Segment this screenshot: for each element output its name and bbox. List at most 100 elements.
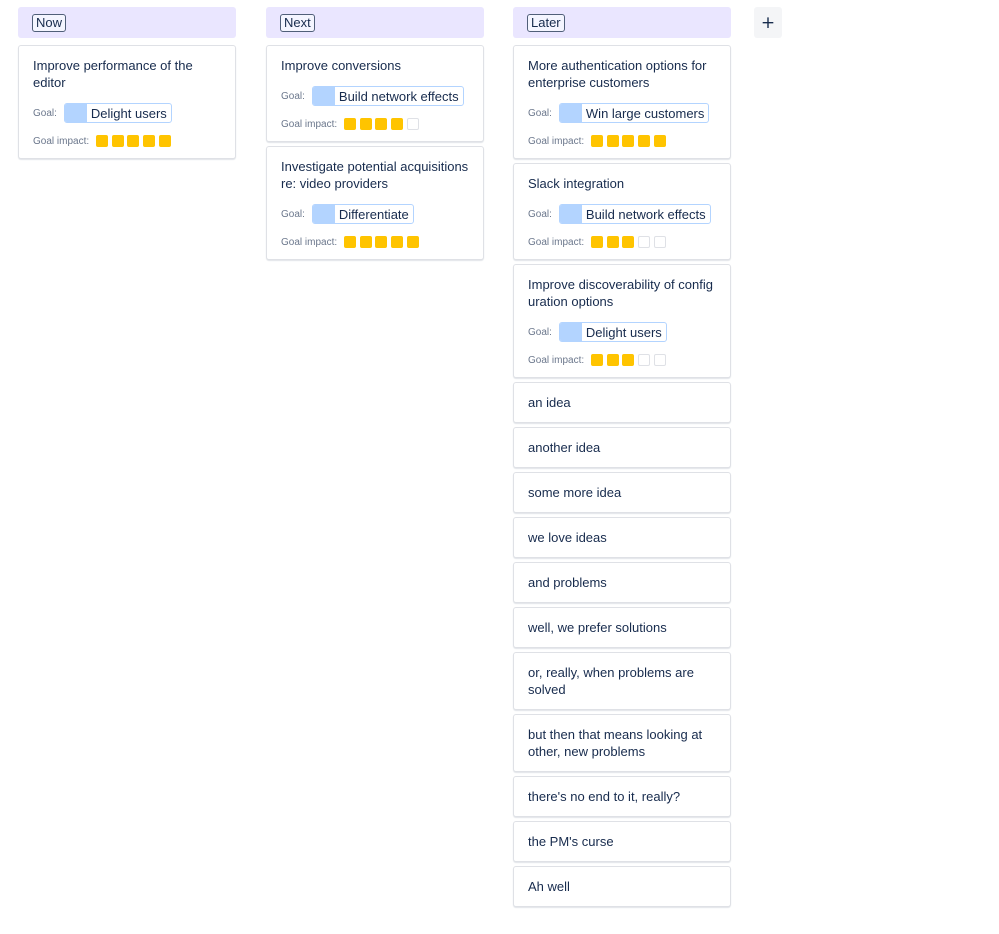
add-column-button[interactable]: +: [754, 7, 782, 38]
goal-impact-field: Goal impact:: [33, 134, 221, 148]
goal-label: Goal:: [528, 107, 552, 119]
impact-filled-square[interactable]: [359, 118, 372, 130]
impact-empty-square[interactable]: [637, 236, 650, 248]
goal-impact-field: Goal impact:: [528, 353, 716, 367]
impact-filled-square[interactable]: [622, 354, 635, 366]
goal-impact-field: Goal impact:: [281, 117, 469, 131]
impact-empty-square[interactable]: [653, 236, 666, 248]
goal-impact-rating[interactable]: [591, 236, 669, 248]
idea-card[interactable]: and problems: [513, 562, 731, 603]
card-title: some more idea: [528, 485, 622, 500]
goal-field: Goal: Delight users: [528, 322, 716, 342]
goal-field: Goal: Build network effects: [528, 204, 716, 224]
column-now: Now Improve performance of the editor Go…: [18, 7, 236, 163]
goal-label: Goal:: [281, 90, 305, 102]
idea-card[interactable]: there's no end to it, really?: [513, 776, 731, 817]
goal-chip[interactable]: Build network effects: [311, 86, 464, 106]
impact-filled-square[interactable]: [591, 236, 604, 248]
impact-filled-square[interactable]: [375, 236, 388, 248]
idea-card[interactable]: another idea: [513, 427, 731, 468]
idea-card[interactable]: Slack integration Goal: Build network ef…: [513, 163, 731, 260]
idea-card[interactable]: Ah well: [513, 866, 731, 907]
goal-field: Goal: Delight users: [33, 103, 221, 123]
goal-color-swatch: [559, 205, 582, 223]
impact-filled-square[interactable]: [591, 135, 604, 147]
impact-filled-square[interactable]: [390, 236, 403, 248]
idea-card[interactable]: Improve performance of the editor Goal: …: [18, 45, 236, 159]
idea-card[interactable]: an idea: [513, 382, 731, 423]
column-title[interactable]: Later: [527, 13, 565, 32]
goal-text: Differentiate: [338, 206, 409, 222]
goal-impact-field: Goal impact:: [528, 235, 716, 249]
goal-impact-field: Goal impact:: [528, 134, 716, 148]
goal-chip[interactable]: Delight users: [63, 103, 172, 123]
impact-filled-square[interactable]: [606, 135, 619, 147]
impact-filled-square[interactable]: [344, 236, 357, 248]
idea-card[interactable]: but then that means looking at other, ne…: [513, 714, 731, 772]
goal-impact-rating[interactable]: [591, 135, 669, 147]
impact-filled-square[interactable]: [111, 135, 124, 147]
goal-impact-rating[interactable]: [344, 236, 422, 248]
card-title: Improve discoverability of config uratio…: [528, 277, 713, 309]
goal-chip[interactable]: Differentiate: [311, 204, 414, 224]
idea-card[interactable]: we love ideas: [513, 517, 731, 558]
card-title: another idea: [528, 440, 601, 455]
column-next: Next Improve conversions Goal: Build net…: [266, 7, 484, 264]
card-title: the PM's curse: [528, 834, 614, 849]
goal-impact-rating[interactable]: [591, 354, 669, 366]
column-header[interactable]: Next: [266, 7, 484, 38]
impact-empty-square[interactable]: [406, 118, 419, 130]
impact-filled-square[interactable]: [622, 236, 635, 248]
goal-field: Goal: Build network effects: [281, 86, 469, 106]
goal-impact-rating[interactable]: [96, 135, 174, 147]
impact-empty-square[interactable]: [653, 354, 666, 366]
idea-card[interactable]: well, we prefer solutions: [513, 607, 731, 648]
column-header[interactable]: Later: [513, 7, 731, 38]
goal-chip[interactable]: Win large customers: [558, 103, 710, 123]
card-title: Ah well: [528, 879, 570, 894]
idea-card[interactable]: some more idea: [513, 472, 731, 513]
column-header[interactable]: Now: [18, 7, 236, 38]
goal-impact-rating[interactable]: [344, 118, 422, 130]
impact-filled-square[interactable]: [375, 118, 388, 130]
impact-filled-square[interactable]: [591, 354, 604, 366]
card-list: Improve conversions Goal: Build network …: [266, 45, 484, 260]
goal-impact-label: Goal impact:: [281, 118, 338, 130]
goal-chip[interactable]: Delight users: [558, 322, 667, 342]
goal-text: Win large customers: [585, 105, 705, 121]
impact-filled-square[interactable]: [653, 135, 666, 147]
impact-filled-square[interactable]: [359, 236, 372, 248]
card-title: Investigate potential acquisitions re: v…: [281, 159, 469, 191]
card-title: Slack integration: [528, 176, 625, 191]
impact-filled-square[interactable]: [127, 135, 140, 147]
impact-filled-square[interactable]: [637, 135, 650, 147]
impact-filled-square[interactable]: [142, 135, 155, 147]
impact-filled-square[interactable]: [158, 135, 171, 147]
impact-filled-square[interactable]: [344, 118, 357, 130]
impact-filled-square[interactable]: [96, 135, 109, 147]
impact-filled-square[interactable]: [606, 354, 619, 366]
goal-color-swatch: [559, 104, 582, 122]
idea-card[interactable]: Investigate potential acquisitions re: v…: [266, 146, 484, 260]
idea-card[interactable]: the PM's curse: [513, 821, 731, 862]
goal-field: Goal: Differentiate: [281, 204, 469, 224]
idea-card[interactable]: More authentication options for enterpri…: [513, 45, 731, 159]
impact-filled-square[interactable]: [406, 236, 419, 248]
idea-card[interactable]: Improve discoverability of config uratio…: [513, 264, 731, 378]
impact-filled-square[interactable]: [622, 135, 635, 147]
idea-card[interactable]: Improve conversions Goal: Build network …: [266, 45, 484, 142]
column-title[interactable]: Next: [280, 13, 315, 32]
goal-chip[interactable]: Build network effects: [558, 204, 711, 224]
card-title: there's no end to it, really?: [528, 789, 681, 804]
card-title: an idea: [528, 395, 571, 410]
goal-impact-field: Goal impact:: [281, 235, 469, 249]
impact-empty-square[interactable]: [637, 354, 650, 366]
column-title[interactable]: Now: [32, 13, 67, 32]
card-title: and problems: [528, 575, 607, 590]
impact-filled-square[interactable]: [390, 118, 403, 130]
card-title: or, really, when problems are solved: [528, 665, 694, 697]
goal-color-swatch: [312, 205, 335, 223]
impact-filled-square[interactable]: [606, 236, 619, 248]
card-title: Improve performance of the editor: [33, 58, 193, 90]
idea-card[interactable]: or, really, when problems are solved: [513, 652, 731, 710]
